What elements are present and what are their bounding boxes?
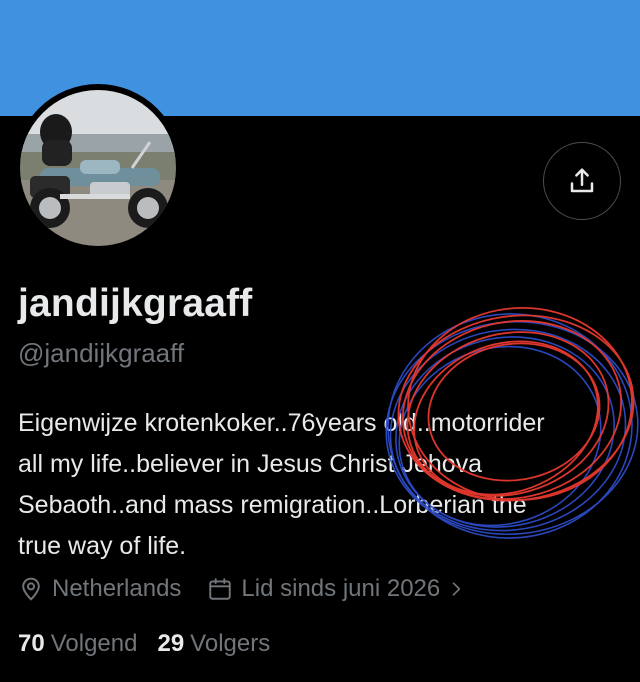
profile-meta: Netherlands Lid sinds juni 2026 [18, 571, 474, 607]
location: Netherlands [18, 575, 181, 603]
chevron-right-icon [452, 582, 461, 596]
display-name: jandijkgraaff [18, 282, 253, 325]
joined-text: Lid sinds juni 2026 [241, 575, 441, 602]
following-count: 70 [18, 630, 45, 657]
follow-stats: 70 Volgend 29 Volgers [18, 630, 270, 658]
followers-count: 29 [157, 630, 185, 657]
location-text: Netherlands [52, 575, 182, 602]
share-button[interactable] [543, 142, 621, 220]
avatar[interactable] [20, 90, 176, 246]
joined-date[interactable]: Lid sinds juni 2026 [207, 575, 474, 603]
handle: @jandijkgraaff [18, 338, 185, 368]
following-link[interactable]: 70 Volgend [18, 630, 137, 658]
calendar-icon [209, 578, 232, 600]
location-pin-icon [22, 577, 40, 601]
followers-link[interactable]: 29 Volgers [157, 630, 270, 658]
bio: Eigenwijze krotenkoker..76years old..mot… [18, 409, 545, 560]
motorcycle-photo [20, 90, 176, 246]
followers-label: Volgers [190, 630, 271, 657]
share-icon [570, 168, 594, 193]
following-label: Volgend [50, 630, 138, 657]
